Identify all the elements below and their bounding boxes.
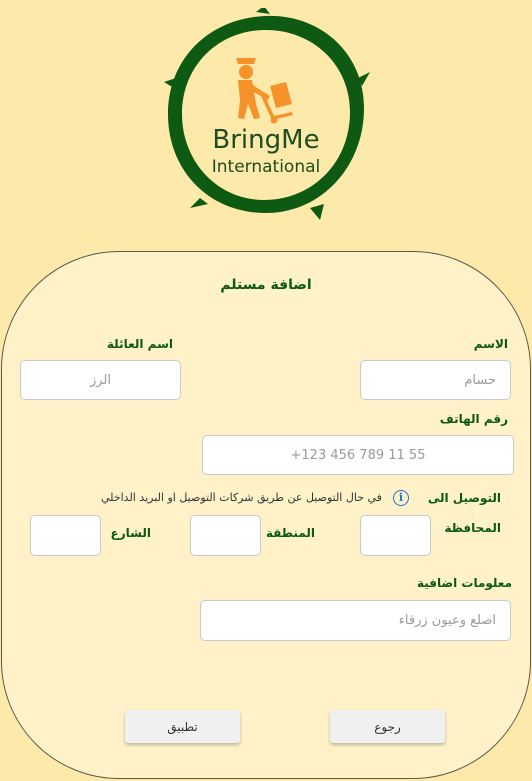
area-label: المنطقة: [265, 526, 315, 540]
form-title: اضافة مستلم: [220, 277, 312, 293]
street-label: الشارع: [110, 526, 151, 540]
last-name-label: اسم العائلة: [106, 337, 173, 351]
back-button[interactable]: رجوع: [330, 710, 445, 743]
street-input[interactable]: [30, 515, 101, 556]
apply-button[interactable]: تطبيق: [125, 710, 240, 743]
delivery-label: التوصيل الى: [427, 491, 501, 505]
phone-label: رقم الهاتف: [439, 412, 508, 426]
delivery-note: في حال التوصيل عن طريق شركات التوصيل او …: [101, 491, 382, 504]
extra-info-label: معلومات اضافية: [416, 576, 512, 590]
area-input[interactable]: [190, 515, 261, 556]
delivery-person-icon: [236, 58, 293, 124]
info-icon[interactable]: i: [393, 490, 409, 506]
first-name-label: الاسم: [473, 337, 508, 351]
phone-input[interactable]: [202, 435, 514, 475]
governorate-input[interactable]: [360, 515, 431, 556]
bringme-logo: BringMe International: [160, 8, 372, 222]
logo-brand-text: BringMe: [212, 125, 319, 155]
last-name-input[interactable]: [20, 360, 181, 400]
logo-subtitle-text: International: [212, 157, 321, 177]
logo-ring: [168, 15, 365, 214]
governorate-label: المحافظة: [444, 521, 501, 535]
first-name-input[interactable]: [360, 360, 511, 400]
extra-info-input[interactable]: [200, 600, 511, 641]
